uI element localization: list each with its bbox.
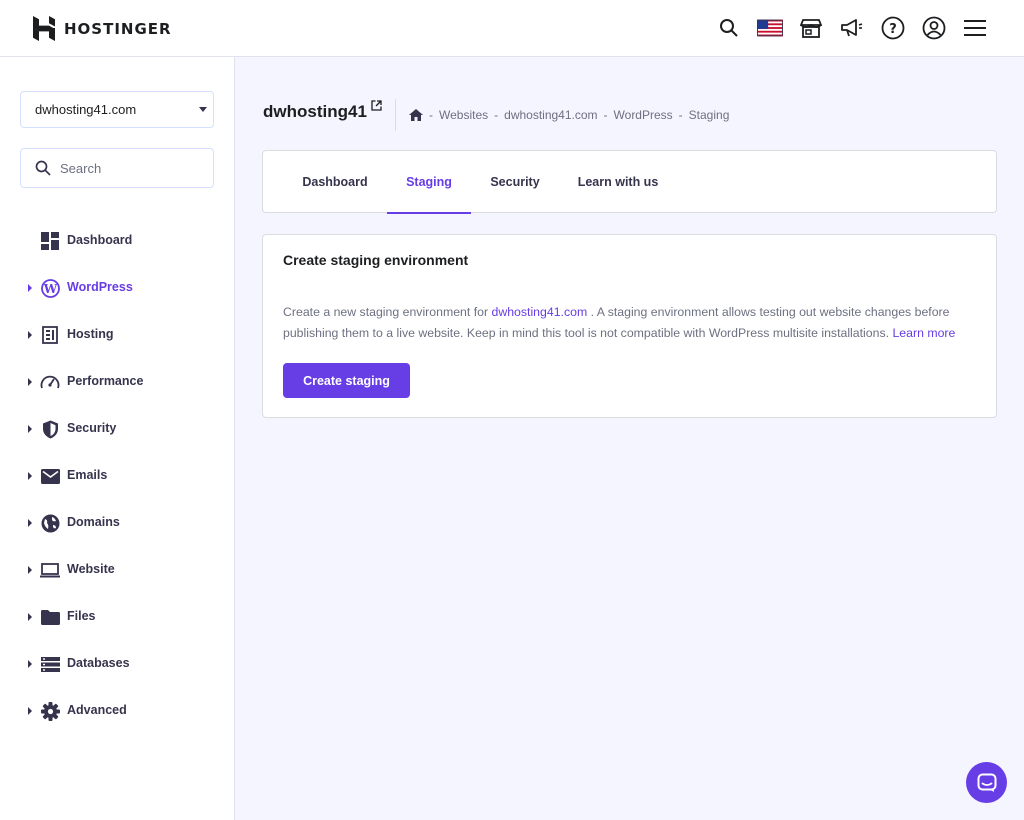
menu-icon[interactable] xyxy=(962,14,988,42)
sidebar-item-label: WordPress xyxy=(67,280,133,294)
hostinger-logo-icon xyxy=(33,16,55,41)
create-staging-button[interactable]: Create staging xyxy=(283,363,410,398)
main-content: dwhosting41 - Websites - dwhosting41.com… xyxy=(235,57,1024,820)
page-title: dwhosting41 xyxy=(263,100,382,122)
sidebar-item-label: Emails xyxy=(67,468,108,482)
search-input[interactable] xyxy=(60,160,200,176)
description-text: Create a new staging environment for xyxy=(283,305,489,319)
tab-security[interactable]: Security xyxy=(471,151,559,213)
sidebar-item-performance[interactable]: Performance xyxy=(0,358,234,405)
sidebar-item-wordpress[interactable]: W WordPress xyxy=(0,264,234,311)
tabs-bar: Dashboard Staging Security Learn with us xyxy=(262,150,997,214)
title-divider xyxy=(395,99,396,131)
header-actions: ? xyxy=(716,14,988,42)
folder-icon xyxy=(40,607,60,627)
database-icon xyxy=(40,654,60,674)
chevron-down-icon xyxy=(199,107,207,112)
search-icon xyxy=(35,160,51,176)
sidebar: dwhosting41.com Dashboard W WordPress Ho… xyxy=(0,57,235,820)
expand-arrow-icon xyxy=(28,519,32,527)
tab-staging[interactable]: Staging xyxy=(387,151,471,214)
breadcrumb-domain[interactable]: dwhosting41.com xyxy=(504,108,597,122)
sidebar-item-hosting[interactable]: Hosting xyxy=(0,311,234,358)
page-title-text: dwhosting41 xyxy=(263,102,367,121)
account-icon[interactable] xyxy=(921,14,947,42)
card-title: Create staging environment xyxy=(283,252,469,268)
create-staging-card: Create staging environment Create a new … xyxy=(262,234,997,418)
sidebar-item-website[interactable]: Website xyxy=(0,546,234,593)
shield-icon xyxy=(40,419,60,439)
svg-text:W: W xyxy=(42,282,57,296)
sidebar-nav: Dashboard W WordPress Hosting Performanc… xyxy=(0,217,234,734)
globe-icon xyxy=(40,513,60,533)
breadcrumb-separator: - xyxy=(603,108,608,122)
sidebar-item-label: Hosting xyxy=(67,327,114,341)
sidebar-item-label: Advanced xyxy=(67,703,127,717)
help-icon[interactable]: ? xyxy=(880,14,906,42)
external-link-icon[interactable] xyxy=(371,100,382,111)
sidebar-item-label: Files xyxy=(67,609,96,623)
store-icon[interactable] xyxy=(798,14,824,42)
breadcrumb: - Websites - dwhosting41.com - WordPress… xyxy=(409,108,729,122)
sidebar-item-security[interactable]: Security xyxy=(0,405,234,452)
breadcrumb-separator: - xyxy=(429,108,433,122)
expand-arrow-icon xyxy=(28,660,32,668)
megaphone-icon[interactable] xyxy=(839,14,865,42)
sidebar-search xyxy=(20,148,214,188)
expand-arrow-icon xyxy=(28,707,32,715)
brand-name: HOSTINGER xyxy=(64,19,172,38)
sidebar-item-files[interactable]: Files xyxy=(0,593,234,640)
website-selector-value: dwhosting41.com xyxy=(35,102,137,117)
breadcrumb-separator: - xyxy=(494,108,499,122)
breadcrumb-wordpress[interactable]: WordPress xyxy=(614,108,673,122)
gear-icon xyxy=(40,701,60,721)
sidebar-item-label: Dashboard xyxy=(67,233,133,247)
top-header: HOSTINGER ? xyxy=(0,0,1024,57)
us-flag-icon[interactable] xyxy=(757,14,783,42)
breadcrumb-websites[interactable]: Websites xyxy=(439,108,488,122)
expand-arrow-icon xyxy=(28,425,32,433)
hosting-icon xyxy=(40,325,60,345)
expand-arrow-icon xyxy=(28,331,32,339)
expand-arrow-icon xyxy=(28,566,32,574)
sidebar-item-label: Website xyxy=(67,562,115,576)
expand-arrow-icon xyxy=(28,284,32,292)
chat-icon xyxy=(977,773,996,792)
learn-more-link[interactable]: Learn more xyxy=(892,326,955,340)
expand-arrow-icon xyxy=(28,472,32,480)
search-icon[interactable] xyxy=(716,14,742,42)
breadcrumb-staging: Staging xyxy=(688,108,730,122)
chat-support-button[interactable] xyxy=(966,762,1007,803)
breadcrumb-separator: - xyxy=(678,108,683,122)
sidebar-item-advanced[interactable]: Advanced xyxy=(0,687,234,734)
sidebar-item-label: Performance xyxy=(67,374,144,388)
card-description: Create a new staging environment for dwh… xyxy=(283,302,973,344)
sidebar-item-dashboard[interactable]: Dashboard xyxy=(0,217,234,264)
sidebar-item-label: Databases xyxy=(67,656,130,670)
svg-text:?: ? xyxy=(889,22,897,37)
tab-learn-with-us[interactable]: Learn with us xyxy=(559,151,677,213)
sidebar-item-label: Security xyxy=(67,421,117,435)
home-icon[interactable] xyxy=(409,109,423,121)
sidebar-item-emails[interactable]: Emails xyxy=(0,452,234,499)
expand-arrow-icon xyxy=(28,613,32,621)
wordpress-icon: W xyxy=(40,278,60,298)
tab-dashboard[interactable]: Dashboard xyxy=(283,151,387,213)
expand-arrow-icon xyxy=(28,378,32,386)
sidebar-item-domains[interactable]: Domains xyxy=(0,499,234,546)
laptop-icon xyxy=(40,560,60,580)
sidebar-item-databases[interactable]: Databases xyxy=(0,640,234,687)
dashboard-icon xyxy=(40,231,60,251)
domain-link[interactable]: dwhosting41.com xyxy=(491,305,587,319)
email-icon xyxy=(40,466,60,486)
sidebar-item-label: Domains xyxy=(67,515,120,529)
performance-icon xyxy=(40,372,60,392)
hostinger-logo[interactable]: HOSTINGER xyxy=(33,16,172,41)
website-selector[interactable]: dwhosting41.com xyxy=(20,91,214,128)
